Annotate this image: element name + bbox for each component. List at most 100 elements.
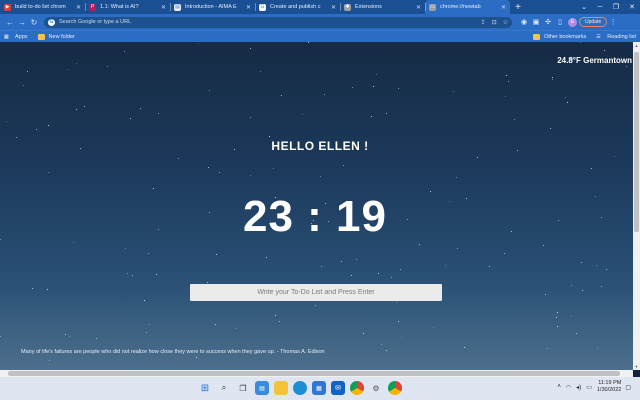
star-decoration xyxy=(144,300,145,301)
star-decoration xyxy=(36,129,37,130)
scroll-down-icon[interactable]: ▼ xyxy=(633,363,640,370)
forward-icon[interactable]: → xyxy=(16,18,28,27)
share-icon[interactable]: ⇪ xyxy=(481,19,486,26)
star-decoration xyxy=(275,315,276,316)
bookmark-other-bookmarks[interactable]: Other bookmarks xyxy=(533,33,587,40)
star-decoration xyxy=(96,338,97,339)
tab-search-chevron-icon[interactable]: ⌄ xyxy=(576,0,592,14)
browser-tab[interactable]: P 1.1: What is AI? ✕ xyxy=(85,0,170,14)
browser-tab[interactable]: ✱ Extensions ✕ xyxy=(340,0,425,14)
wifi-icon[interactable]: ◠ xyxy=(566,384,571,391)
star-decoration xyxy=(321,266,322,267)
star-decoration xyxy=(571,316,572,317)
favicon-icon: ▭ xyxy=(429,3,436,11)
close-tab-icon[interactable]: ✕ xyxy=(501,4,506,11)
greeting: HELLO ELLEN ! xyxy=(271,139,369,153)
vertical-scrollbar[interactable]: ▲ ▼ xyxy=(633,42,640,370)
star-decoration xyxy=(281,95,282,96)
star-decoration xyxy=(597,347,598,348)
maximize-icon[interactable]: ❐ xyxy=(608,0,624,14)
search-icon[interactable]: ⌕ xyxy=(217,381,231,395)
edge-icon[interactable] xyxy=(293,381,307,395)
star-decoration xyxy=(27,71,28,72)
star-decoration xyxy=(356,259,357,260)
windows-start-icon[interactable]: ⊞ xyxy=(198,381,212,395)
star-decoration xyxy=(269,136,270,137)
close-window-icon[interactable]: ✕ xyxy=(624,0,640,14)
favicon-icon: ▤ xyxy=(174,3,181,11)
star-decoration xyxy=(324,94,325,95)
star-decoration xyxy=(401,337,402,338)
mail-icon[interactable]: ✉ xyxy=(331,381,345,395)
scroll-up-icon[interactable]: ▲ xyxy=(633,42,640,49)
file-explorer-icon[interactable] xyxy=(274,381,288,395)
close-tab-icon[interactable]: ✕ xyxy=(246,4,251,11)
taskbar-clock[interactable]: 11:19 PM 1/30/2022 xyxy=(597,380,621,394)
star-decoration xyxy=(76,63,77,64)
star-decoration xyxy=(208,167,209,168)
star-decoration xyxy=(69,336,70,337)
scrollbar-thumb[interactable] xyxy=(634,52,639,232)
star-decoration xyxy=(591,168,592,169)
close-tab-icon[interactable]: ✕ xyxy=(416,4,421,11)
star-decoration xyxy=(16,137,17,138)
star-decoration xyxy=(514,119,515,120)
favicon-icon: P xyxy=(89,3,96,11)
close-tab-icon[interactable]: ✕ xyxy=(76,4,81,11)
star-decoration xyxy=(219,172,220,173)
translate-icon[interactable]: ⊡ xyxy=(492,19,497,26)
menu-kebab-icon[interactable]: ⋮ xyxy=(607,18,619,26)
star-decoration xyxy=(23,85,24,86)
extension-icon[interactable]: ◉ xyxy=(518,18,530,26)
todo-input[interactable] xyxy=(190,284,442,301)
reading-list-icon: ☰ xyxy=(596,33,601,40)
browser-tab[interactable]: G Create and publish c ✕ xyxy=(255,0,340,14)
reload-icon[interactable]: ↻ xyxy=(28,18,40,27)
star-decoration xyxy=(178,158,179,159)
star-decoration xyxy=(158,113,159,114)
store-icon[interactable]: ▦ xyxy=(312,381,326,395)
scrollbar-thumb[interactable] xyxy=(8,371,620,376)
bookmark-label: Other bookmarks xyxy=(544,33,587,40)
star-decoration xyxy=(149,324,150,325)
favicon-icon: ✱ xyxy=(344,3,351,11)
bookmark-new-folder[interactable]: New folder xyxy=(37,33,75,40)
star-decoration xyxy=(341,261,342,262)
extensions-puzzle-icon[interactable]: ✣ xyxy=(542,18,554,26)
profile-avatar[interactable]: E xyxy=(568,17,577,27)
extension-icon[interactable]: ▣ xyxy=(530,18,542,26)
browser-tab[interactable]: ▭ chrome://newtab ✕ xyxy=(425,0,510,14)
minimize-icon[interactable]: ─ xyxy=(592,0,608,14)
battery-icon[interactable]: ▭ xyxy=(586,384,592,391)
star-decoration xyxy=(73,242,74,243)
star-decoration xyxy=(506,75,507,76)
update-button[interactable]: Update xyxy=(579,17,608,27)
address-bar[interactable]: G Search Google or type a URL ⇪ ⊡ ☆ xyxy=(44,16,512,28)
star-decoration xyxy=(626,66,627,67)
new-tab-button[interactable]: + xyxy=(510,2,526,13)
bookmark-label: Reading list xyxy=(607,33,636,40)
task-view-icon[interactable]: ❐ xyxy=(236,381,250,395)
widgets-icon[interactable]: ▤ xyxy=(255,381,269,395)
chrome-icon[interactable] xyxy=(388,381,402,395)
notification-icon[interactable]: ▢ xyxy=(625,384,631,391)
close-tab-icon[interactable]: ✕ xyxy=(331,4,336,11)
volume-icon[interactable]: ◂) xyxy=(576,384,581,391)
tab-title: build to-do list chrom xyxy=(15,4,66,10)
bookmark-reading-list[interactable]: ☰ Reading list xyxy=(596,34,636,40)
bookmark-apps[interactable]: ▦ Apps xyxy=(4,34,28,40)
star-decoration xyxy=(0,336,1,337)
browser-tab[interactable]: ▤ Introduction - AIMA E ✕ xyxy=(170,0,255,14)
chrome-icon[interactable] xyxy=(350,381,364,395)
star-decoration xyxy=(371,116,372,117)
star-decoration xyxy=(552,79,553,80)
browser-tab[interactable]: ▶ build to-do list chrom ✕ xyxy=(0,0,85,14)
taskbar: ⊞ ⌕ ❐ ▤ ▦ ✉ ⚙ ˄ ◠ ◂) ▭ 11:19 PM 1/30/202… xyxy=(0,377,640,400)
back-icon[interactable]: ← xyxy=(4,18,16,27)
settings-gear-icon[interactable]: ⚙ xyxy=(369,381,383,395)
sidebar-icon[interactable]: ▯ xyxy=(554,18,566,26)
chevron-up-icon[interactable]: ˄ xyxy=(557,384,561,390)
horizontal-scrollbar[interactable] xyxy=(0,370,633,377)
close-tab-icon[interactable]: ✕ xyxy=(161,4,166,11)
bookmark-star-icon[interactable]: ☆ xyxy=(503,19,508,26)
